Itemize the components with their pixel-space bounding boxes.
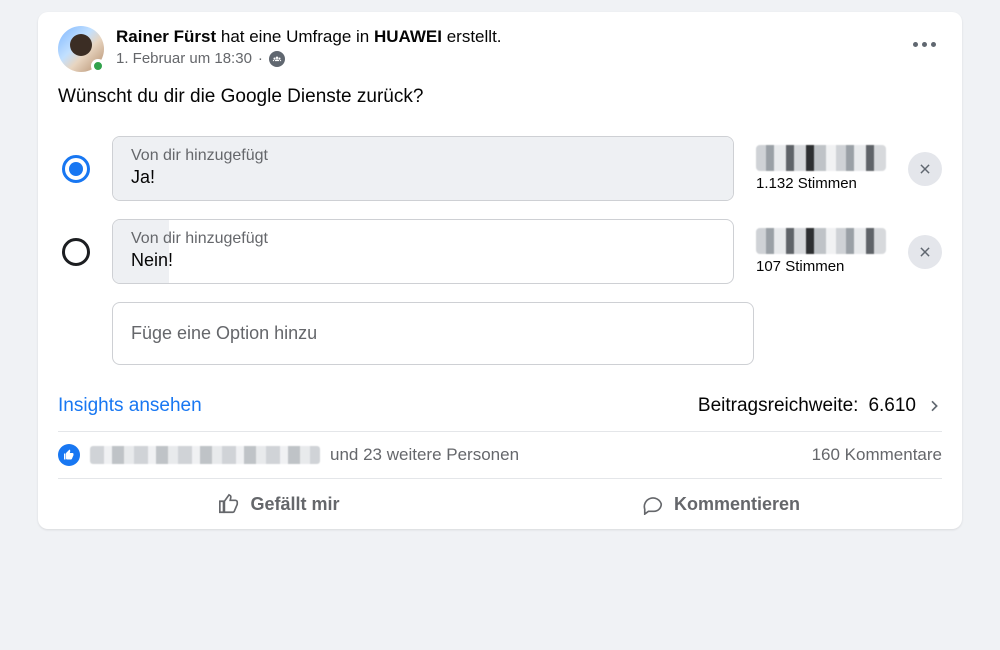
poll-option-label: Nein!: [131, 250, 715, 271]
presence-dot-icon: [91, 59, 105, 73]
separator-dot: ·: [258, 50, 263, 67]
byline-verb: hat eine Umfrage in: [221, 27, 369, 46]
remove-option-button[interactable]: [908, 235, 942, 269]
reactions-row: und 23 weitere Personen 160 Kommentare: [58, 432, 942, 478]
poll-option-row: Von dir hinzugefügt Nein! 107 Stimmen: [62, 219, 942, 284]
chevron-right-icon: [926, 398, 942, 414]
action-bar: Gefällt mir Kommentieren: [58, 479, 942, 529]
post-timestamp[interactable]: 1. Februar um 18:30: [116, 50, 252, 67]
poll-option-addedby: Von dir hinzugefügt: [131, 147, 715, 165]
poll-question: Wünscht du dir die Google Dienste zurück…: [58, 86, 942, 108]
poll: Von dir hinzugefügt Ja! 1.132 Stimmen: [58, 136, 942, 365]
poll-option-box[interactable]: Von dir hinzugefügt Ja!: [112, 136, 734, 201]
comment-label: Kommentieren: [674, 494, 800, 515]
poll-radio[interactable]: [62, 238, 90, 266]
poll-option-label: Ja!: [131, 167, 715, 188]
poll-option-addedby: Von dir hinzugefügt: [131, 230, 715, 248]
audience-group-icon[interactable]: [269, 51, 285, 67]
post-header: Rainer Fürst hat eine Umfrage in HUAWEI …: [58, 26, 942, 72]
like-icon: [58, 444, 80, 466]
others-count: und 23 weitere Personen: [330, 445, 519, 465]
post-reach[interactable]: Beitragsreichweite: 6.610: [698, 395, 942, 417]
post-byline: Rainer Fürst hat eine Umfrage in HUAWEI …: [116, 26, 894, 48]
poll-radio[interactable]: [62, 155, 90, 183]
vote-count: 107 Stimmen: [756, 258, 886, 275]
comments-count[interactable]: 160 Kommentare: [812, 445, 942, 465]
remove-option-button[interactable]: [908, 152, 942, 186]
post-menu-button[interactable]: [906, 26, 942, 62]
add-option-input[interactable]: Füge eine Option hinzu: [112, 302, 754, 365]
comment-icon: [642, 493, 664, 515]
reach-label: Beitragsreichweite:: [698, 395, 859, 417]
thumbs-up-icon: [218, 493, 240, 515]
reach-value: 6.610: [868, 395, 916, 417]
group-link[interactable]: HUAWEI: [374, 27, 442, 46]
vote-count: 1.132 Stimmen: [756, 175, 886, 192]
author-avatar[interactable]: [58, 26, 104, 72]
poll-option-row: Von dir hinzugefügt Ja! 1.132 Stimmen: [62, 136, 942, 201]
comment-button[interactable]: Kommentieren: [500, 479, 942, 529]
voter-avatars[interactable]: [756, 228, 886, 254]
like-label: Gefällt mir: [250, 494, 339, 515]
poll-option-box[interactable]: Von dir hinzugefügt Nein!: [112, 219, 734, 284]
like-button[interactable]: Gefällt mir: [58, 479, 500, 529]
reactor-names-redacted: [90, 446, 320, 464]
reactions-summary[interactable]: und 23 weitere Personen: [58, 444, 519, 466]
voter-avatars[interactable]: [756, 145, 886, 171]
post-card: Rainer Fürst hat eine Umfrage in HUAWEI …: [38, 12, 962, 529]
author-link[interactable]: Rainer Fürst: [116, 27, 216, 46]
insights-row: Insights ansehen Beitragsreichweite: 6.6…: [58, 395, 942, 417]
view-insights-link[interactable]: Insights ansehen: [58, 395, 202, 417]
byline-tail: erstellt.: [447, 27, 502, 46]
